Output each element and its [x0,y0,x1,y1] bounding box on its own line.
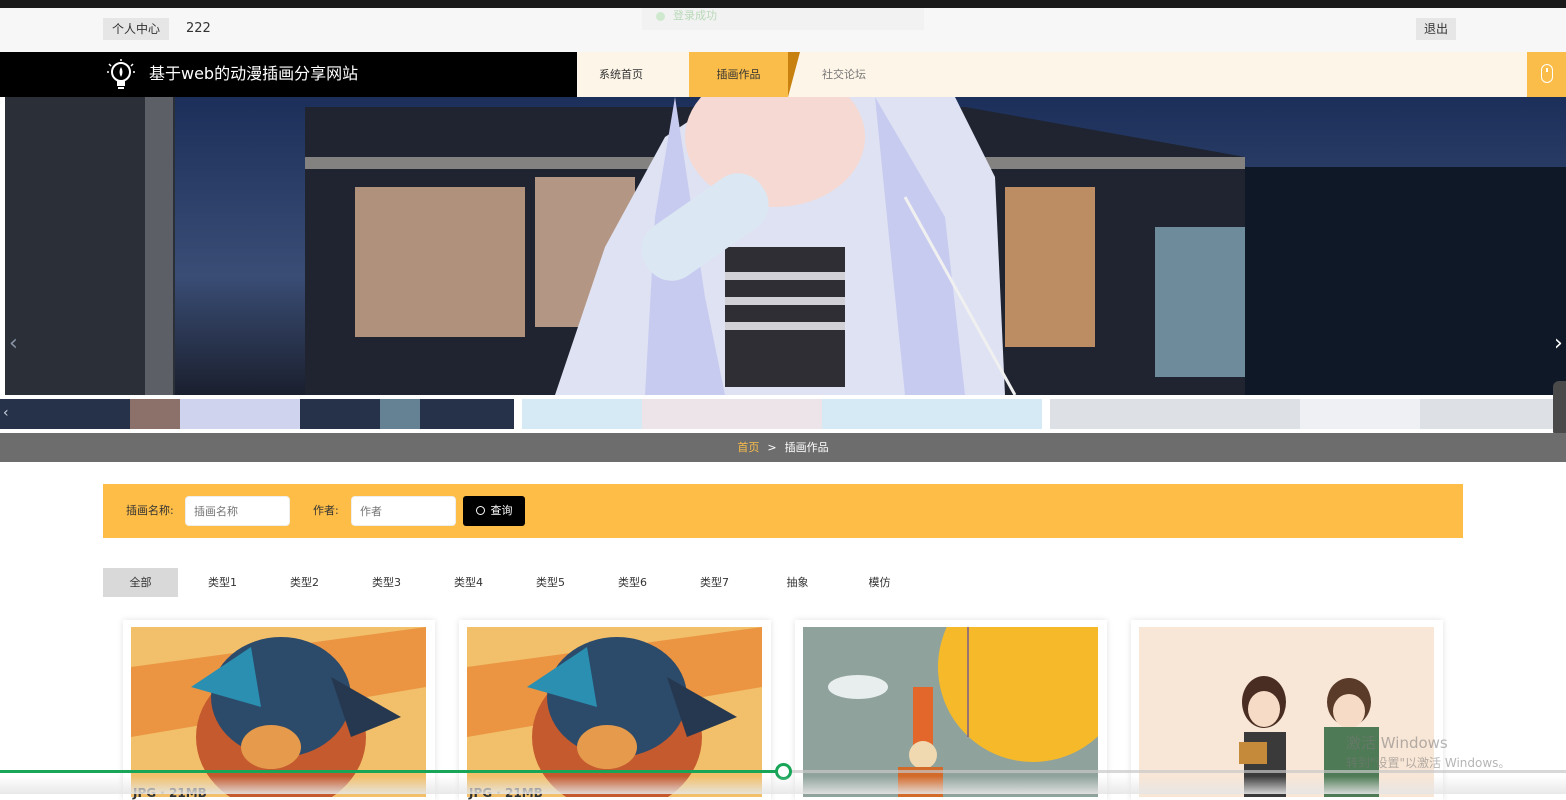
personal-center-button[interactable]: 个人中心 [103,18,170,40]
thumbnail-image [1050,399,1566,429]
query-button[interactable]: 查询 [463,496,525,526]
site-title: 基于web的动漫插画分享网站 [149,64,359,83]
breadcrumb-current: 插画作品 [784,441,829,454]
category-type5[interactable]: 类型5 [513,568,588,597]
query-button-label: 查询 [490,504,513,517]
bottom-overlay [0,776,1566,794]
category-type1[interactable]: 类型1 [185,568,260,597]
lightbulb-icon [107,59,135,89]
mouse-icon [1541,64,1553,83]
thumb-prev-arrow[interactable]: ‹ [3,405,9,421]
category-type4[interactable]: 类型4 [431,568,506,597]
nav-item-forum[interactable]: 社交论坛 [800,52,888,97]
username-label: 222 [186,21,211,36]
name-search-input[interactable] [185,496,290,526]
banner-prev-arrow[interactable]: ‹ [9,333,18,355]
nav-item-works[interactable]: 插画作品 [689,52,788,97]
success-icon [656,11,665,21]
search-panel: 插画名称: 作者: 查询 [103,484,1463,538]
name-label: 插画名称: [126,504,174,517]
top-strip [0,0,1566,8]
author-label: 作者: [313,504,339,517]
thumbnail-image [0,399,514,429]
banner-next-arrow[interactable]: › [1554,333,1563,355]
artwork-card[interactable] [795,620,1107,800]
category-type7[interactable]: 类型7 [677,568,752,597]
thumbnail-strip: ‹ [0,399,1566,429]
breadcrumb: 首页 > 插画作品 [0,433,1566,462]
windows-watermark-sub: 转到"设置"以激活 Windows。 [1346,756,1511,770]
brand[interactable]: 基于web的动漫插画分享网站 [0,52,577,97]
category-filter: 全部 类型1 类型2 类型3 类型4 类型5 类型6 类型7 抽象 模仿 [103,568,1003,597]
category-type6[interactable]: 类型6 [595,568,670,597]
thumbnail-2[interactable] [522,399,1042,429]
author-search-input[interactable] [351,496,456,526]
active-tab-indicator [788,52,800,97]
windows-watermark: 激活 Windows [1346,734,1448,752]
artwork-card[interactable]: JPG · 21MB [459,620,771,800]
category-imitation[interactable]: 模仿 [842,568,917,597]
video-progress-fill [0,770,783,773]
thumbnail-3[interactable] [1050,399,1566,429]
breadcrumb-separator: > [767,441,777,454]
breadcrumb-home[interactable]: 首页 [737,441,759,454]
thumbnail-1[interactable]: ‹ [0,399,514,429]
category-abstract[interactable]: 抽象 [760,568,835,597]
banner-image [5,97,1566,395]
category-all[interactable]: 全部 [103,568,178,597]
category-type2[interactable]: 类型2 [267,568,342,597]
nav-item-home[interactable]: 系统首页 [577,52,665,97]
nav-right-block[interactable] [1527,52,1566,97]
toast-text: 登录成功 [673,9,717,22]
logout-button[interactable]: 退出 [1416,18,1457,40]
banner-carousel[interactable]: ‹ › [5,97,1566,395]
thumb-next-handle[interactable] [1553,381,1566,437]
artwork-card[interactable]: JPG · 21MB [123,620,435,800]
login-success-toast: 登录成功 [642,8,924,30]
user-bar: 个人中心 222 登录成功 退出 [0,8,1566,52]
thumbnail-image [522,399,1042,429]
category-type3[interactable]: 类型3 [349,568,424,597]
artwork-card[interactable] [1131,620,1443,800]
main-nav: 基于web的动漫插画分享网站 系统首页 插画作品 社交论坛 [0,52,1566,97]
search-icon [475,506,485,515]
